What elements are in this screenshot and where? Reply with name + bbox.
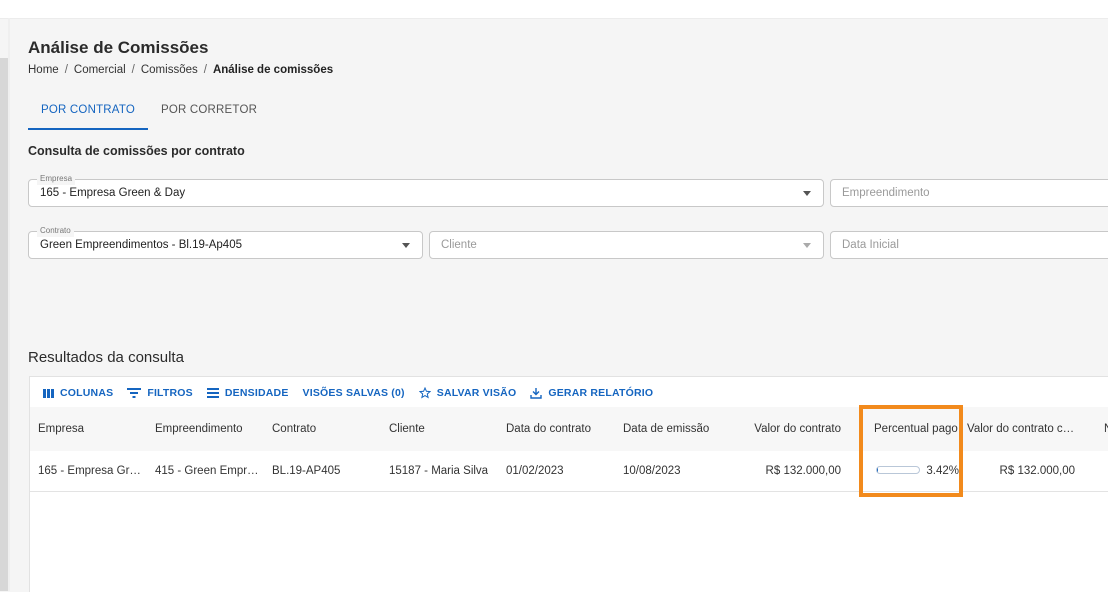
filters-button[interactable]: FILTROS — [120, 385, 200, 401]
column-header-data-emissao[interactable]: Data de emissão — [623, 407, 733, 451]
cliente-select[interactable]: Cliente — [429, 231, 824, 259]
column-header-contrato[interactable]: Contrato — [272, 407, 382, 451]
contrato-select[interactable]: Contrato Green Empreendimentos - Bl.19-A… — [28, 225, 423, 259]
column-header-percentual-pago[interactable]: Percentual pago — [874, 407, 964, 451]
empreendimento-input[interactable]: Empreendimento — [830, 179, 1108, 207]
save-view-button[interactable]: SALVAR VISÃO — [412, 385, 524, 401]
star-outline-icon — [418, 387, 431, 399]
filters-label: FILTROS — [147, 387, 193, 399]
contrato-value: Green Empreendimentos - Bl.19-Ap405 — [40, 239, 242, 251]
breadcrumb-separator: / — [131, 64, 135, 76]
left-side-rail — [0, 58, 8, 591]
breadcrumb-comissoes[interactable]: Comissões — [141, 64, 198, 76]
cell-cliente: 15187 - Maria Silva — [389, 465, 489, 477]
column-header-next[interactable]: N — [1104, 407, 1108, 451]
cell-valor-contrato: R$ 132.000,00 — [765, 465, 841, 477]
chevron-down-icon[interactable] — [803, 191, 811, 196]
download-icon — [530, 388, 543, 399]
density-label: DENSIDADE — [224, 387, 289, 399]
cell-contrato: BL.19-AP405 — [272, 465, 341, 477]
filters-section-title: Consulta de comissões por contrato — [28, 144, 245, 158]
chevron-down-icon[interactable] — [402, 243, 410, 248]
column-header-empresa[interactable]: Empresa — [38, 407, 148, 451]
cell-data-emissao: 10/08/2023 — [623, 465, 681, 477]
density-button[interactable]: DENSIDADE — [200, 385, 296, 401]
saved-views-label: VISÕES SALVAS (0) — [302, 387, 405, 399]
tab-bar: POR CONTRATO POR CORRETOR — [28, 96, 270, 130]
generate-report-label: GERAR RELATÓRIO — [548, 387, 654, 399]
top-app-bar — [0, 0, 1108, 19]
cell-valor-contrato-c: R$ 132.000,00 — [999, 465, 1075, 477]
breadcrumb-home[interactable]: Home — [28, 64, 59, 76]
breadcrumb-separator: / — [64, 64, 68, 76]
cell-percentual-pago: 3.42% — [926, 465, 959, 477]
percentual-pago-progress-bar — [876, 466, 920, 474]
empresa-value: 165 - Empresa Green & Day — [40, 187, 186, 199]
saved-views-button[interactable]: VISÕES SALVAS (0) — [296, 385, 412, 401]
empresa-select[interactable]: Empresa 165 - Empresa Green & Day — [28, 173, 824, 207]
density-icon — [206, 388, 219, 398]
data-inicial-placeholder: Data Inicial — [842, 239, 899, 251]
page-title: Análise de Comissões — [28, 38, 209, 57]
cliente-placeholder: Cliente — [441, 239, 477, 251]
results-title: Resultados da consulta — [28, 349, 184, 366]
progress-fill — [877, 467, 879, 473]
left-rail-edge — [8, 18, 10, 591]
chevron-down-icon[interactable] — [803, 243, 811, 248]
breadcrumb-comercial[interactable]: Comercial — [74, 64, 126, 76]
cell-empreendimento: 415 - Green Empr… — [155, 465, 259, 477]
cell-data-contrato: 01/02/2023 — [506, 465, 564, 477]
save-view-label: SALVAR VISÃO — [436, 387, 517, 399]
column-header-empreendimento[interactable]: Empreendimento — [155, 407, 265, 451]
generate-report-button[interactable]: GERAR RELATÓRIO — [523, 385, 660, 401]
results-grid: COLUNAS FILTROS DENSIDADE VISÕES SALVAS … — [29, 376, 1108, 592]
columns-icon — [43, 388, 54, 398]
column-header-cliente[interactable]: Cliente — [389, 407, 499, 451]
data-inicial-input[interactable]: Data Inicial — [830, 231, 1108, 259]
grid-toolbar: COLUNAS FILTROS DENSIDADE VISÕES SALVAS … — [36, 385, 660, 401]
table-row[interactable]: 165 - Empresa Gr… 415 - Green Empr… BL.1… — [30, 451, 1108, 492]
column-header-data-contrato[interactable]: Data do contrato — [506, 407, 616, 451]
breadcrumb: Home / Comercial / Comissões / Análise d… — [28, 64, 333, 76]
breadcrumb-separator: / — [203, 64, 207, 76]
filter-icon — [127, 388, 142, 398]
grid-header-row: Empresa Empreendimento Contrato Cliente … — [30, 407, 1108, 452]
columns-button[interactable]: COLUNAS — [36, 385, 120, 401]
breadcrumb-current: Análise de comissões — [212, 64, 334, 76]
columns-label: COLUNAS — [60, 387, 114, 399]
column-header-valor-contrato[interactable]: Valor do contrato — [740, 407, 841, 451]
empreendimento-placeholder: Empreendimento — [842, 187, 930, 199]
contrato-label: Contrato — [37, 225, 74, 237]
tab-por-contrato[interactable]: POR CONTRATO — [28, 96, 148, 130]
cell-empresa: 165 - Empresa Gr… — [38, 465, 141, 477]
column-header-valor-contrato-c[interactable]: Valor do contrato c… — [967, 407, 1077, 451]
tab-por-corretor[interactable]: POR CORRETOR — [148, 96, 270, 128]
empresa-label: Empresa — [37, 173, 76, 185]
